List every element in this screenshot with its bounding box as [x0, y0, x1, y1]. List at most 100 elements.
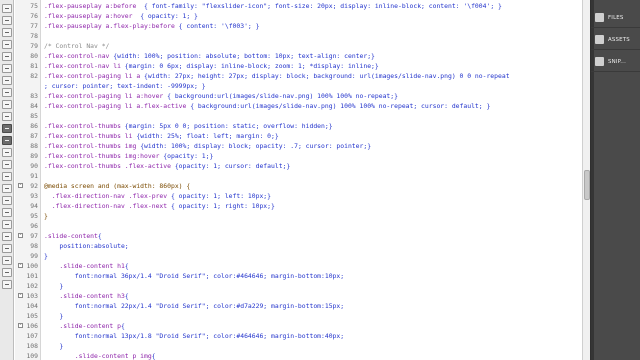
tool-icon[interactable] — [2, 160, 12, 169]
code-token: .slide-content p — [44, 322, 121, 330]
code-line[interactable]: .slide-content p{ — [44, 321, 124, 331]
fold-toggle-icon[interactable]: - — [18, 263, 23, 268]
code-line[interactable]: .slide-content p img{ — [44, 351, 156, 360]
code-line[interactable]: .flex-pauseplay a:before { font-family: … — [44, 1, 502, 11]
code-line[interactable]: .flex-control-paging li a.flex-active { … — [44, 101, 490, 111]
code-token: /* Control Nav */ — [44, 42, 110, 50]
code-line[interactable]: .flex-control-paging li a {width: 27px; … — [44, 71, 510, 81]
code-token: { — [97, 232, 102, 240]
code-line[interactable]: .flex-control-thumbs img {width: 100%; d… — [44, 141, 371, 151]
tool-icon[interactable] — [2, 196, 12, 205]
tool-icon[interactable] — [2, 148, 12, 157]
fold-toggle-icon[interactable]: - — [18, 233, 23, 238]
tool-icon[interactable] — [2, 124, 12, 133]
tool-icon[interactable] — [2, 136, 12, 145]
tool-icon[interactable] — [2, 52, 12, 61]
code-line[interactable]: /* Control Nav */ — [44, 41, 109, 51]
tool-icon[interactable] — [2, 220, 12, 229]
fold-toggle-icon[interactable]: - — [18, 323, 23, 328]
tool-icon[interactable] — [2, 184, 12, 193]
tool-icon[interactable] — [2, 88, 12, 97]
code-token: { background:url(images/slide-nav.png) 1… — [163, 92, 398, 100]
code-line[interactable]: } — [44, 211, 48, 221]
line-number: 87 — [30, 132, 38, 140]
code-line[interactable]: .flex-control-paging li a:hover { backgr… — [44, 91, 398, 101]
code-token: .flex-control-thumbs li — [44, 132, 133, 140]
code-token: } — [44, 212, 48, 220]
code-line[interactable]: font:normal 36px/1.4 "Droid Serif"; colo… — [44, 271, 344, 281]
tool-icon[interactable] — [2, 64, 12, 73]
line-number: 93 — [30, 192, 38, 200]
tool-icon[interactable] — [2, 112, 12, 121]
code-line[interactable]: position:absolute; — [44, 241, 129, 251]
tool-icon[interactable] — [2, 76, 12, 85]
code-token: @media screen and (max-width: 860px) { — [44, 182, 191, 190]
tool-icon[interactable] — [2, 244, 12, 253]
line-number: 88 — [30, 142, 38, 150]
panel-tab-label: SNIP... — [608, 59, 626, 65]
code-line[interactable]: font:normal 22px/1.4 "Droid Serif"; colo… — [44, 301, 344, 311]
tool-icon[interactable] — [2, 16, 12, 25]
code-token: } — [44, 312, 64, 320]
line-number: 79 — [30, 42, 38, 50]
code-line[interactable]: .flex-pauseplay a.flex-play:before { con… — [44, 21, 259, 31]
code-token: {width: 100%; display: block; opacity: .… — [136, 142, 372, 150]
tool-icon[interactable] — [2, 172, 12, 181]
panel-tab-snip[interactable]: SNIP... — [591, 52, 640, 72]
code-line[interactable]: @media screen and (max-width: 860px) { — [44, 181, 190, 191]
line-number: 109 — [26, 352, 38, 360]
code-line[interactable]: font:normal 13px/1.8 "Droid Serif"; colo… — [44, 331, 344, 341]
tool-icon[interactable] — [2, 268, 12, 277]
code-line[interactable]: .slide-content h1{ — [44, 261, 128, 271]
tool-icon[interactable] — [2, 40, 12, 49]
code-token: .flex-control-thumbs .flex-active — [44, 162, 171, 170]
fold-toggle-icon[interactable]: - — [18, 293, 23, 298]
tool-icon[interactable] — [2, 280, 12, 289]
code-token: .flex-control-thumbs img — [44, 142, 137, 150]
code-line[interactable]: .flex-control-thumbs {margin: 5px 0 0; p… — [44, 121, 333, 131]
tool-icon[interactable] — [2, 100, 12, 109]
code-token: .slide-content p img — [44, 352, 152, 360]
vertical-scrollbar[interactable] — [582, 0, 590, 360]
line-number: 78 — [30, 32, 38, 40]
code-token: ; cursor: pointer; text-indent: -9999px;… — [44, 82, 206, 90]
code-line[interactable]: .flex-control-nav {width: 100%; position… — [44, 51, 375, 61]
code-token: { background:url(images/slide-nav.png) 1… — [186, 102, 491, 110]
code-token: {width: 27px; height: 27px; display: blo… — [140, 72, 510, 80]
code-token: { content: '\f003'; } — [174, 22, 260, 30]
code-line[interactable]: .flex-pauseplay a:hover { opacity: 1; } — [44, 11, 198, 21]
code-line[interactable]: .flex-control-thumbs li {width: 25%; flo… — [44, 131, 279, 141]
code-line[interactable]: .slide-content h3{ — [44, 291, 128, 301]
code-token: } — [44, 252, 48, 260]
code-line[interactable]: .flex-control-thumbs .flex-active {opaci… — [44, 161, 290, 171]
code-line[interactable]: } — [44, 341, 63, 351]
fold-toggle-icon[interactable]: - — [18, 183, 23, 188]
code-token: .flex-control-paging li a.flex-active — [44, 102, 187, 110]
code-line[interactable]: .slide-content{ — [44, 231, 102, 241]
tool-icon[interactable] — [2, 28, 12, 37]
line-number: 81 — [30, 62, 38, 70]
code-line[interactable]: ; cursor: pointer; text-indent: -9999px;… — [44, 81, 206, 91]
code-line[interactable]: .flex-direction-nav .flex-next { opacity… — [44, 201, 275, 211]
code-token: .flex-direction-nav .flex-next — [44, 202, 168, 210]
code-line[interactable]: .flex-direction-nav .flex-prev { opacity… — [44, 191, 271, 201]
panel-tab-assets[interactable]: ASSETS — [591, 30, 640, 50]
code-line[interactable]: } — [44, 311, 63, 321]
code-token: position:absolute; — [44, 242, 129, 250]
tool-icon[interactable] — [2, 208, 12, 217]
tool-icon[interactable] — [2, 4, 12, 13]
code-line[interactable]: } — [44, 251, 48, 261]
code-editor[interactable]: .flex-pauseplay a:before { font-family: … — [42, 0, 582, 360]
code-token: .flex-control-thumbs img:hover — [44, 152, 160, 160]
code-token: } — [44, 282, 64, 290]
tool-icon[interactable] — [2, 232, 12, 241]
code-token: {opacity: 1;} — [159, 152, 214, 160]
code-line[interactable]: } — [44, 281, 63, 291]
code-line[interactable]: .flex-control-nav li {margin: 0 6px; dis… — [44, 61, 379, 71]
panel-tab-files[interactable]: FILES — [591, 8, 640, 28]
code-line[interactable]: .flex-control-thumbs img:hover {opacity:… — [44, 151, 213, 161]
tool-icon[interactable] — [2, 256, 12, 265]
code-token: .flex-control-nav li — [44, 62, 121, 70]
line-number: 108 — [26, 342, 38, 350]
line-number: 91 — [30, 172, 38, 180]
